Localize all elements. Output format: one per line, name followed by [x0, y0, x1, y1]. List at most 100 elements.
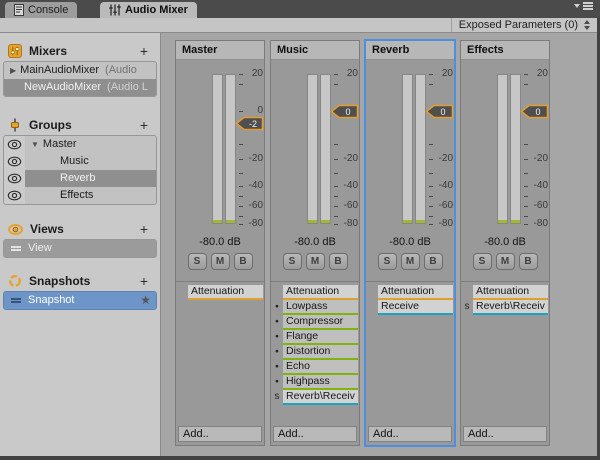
group-item-reverb[interactable]: Reverb: [4, 170, 156, 187]
effect-label: Attenuation: [378, 285, 453, 298]
db-scale-label: -60: [343, 200, 358, 211]
effect-slot[interactable]: Echo: [283, 360, 358, 375]
view-item[interactable]: View: [4, 240, 156, 257]
effect-prefix: [176, 285, 188, 300]
meter-level-fill: [403, 220, 412, 223]
db-scale-label: -40: [248, 180, 263, 191]
mute-button[interactable]: M: [400, 253, 420, 270]
send-prefix: s: [274, 391, 280, 402]
effect-label: Echo: [283, 360, 358, 373]
groups-section-title: Groups: [29, 118, 72, 132]
effect-slot[interactable]: Receive: [378, 300, 453, 315]
eye-icon: [7, 139, 22, 150]
group-item-music[interactable]: Music: [4, 153, 156, 170]
effect-label: Distortion: [283, 345, 358, 358]
snapshots-section-header: Snapshots +: [8, 273, 152, 289]
add-group-button[interactable]: +: [136, 118, 152, 132]
add-snapshot-button[interactable]: +: [136, 274, 152, 288]
effect-slot[interactable]: Lowpass: [283, 300, 358, 315]
effect-slot[interactable]: Distortion: [283, 345, 358, 360]
add-effect-button[interactable]: Add..: [463, 426, 547, 442]
level-meter-right: [415, 74, 426, 224]
volume-fader-handle[interactable]: -2: [235, 116, 264, 131]
strip-header[interactable]: Music: [271, 41, 359, 60]
bypass-button[interactable]: B: [423, 253, 443, 270]
visibility-toggle[interactable]: [4, 153, 25, 170]
exposed-parameters-dropdown[interactable]: Exposed Parameters (0): [450, 18, 597, 32]
visibility-toggle[interactable]: [4, 187, 25, 204]
add-view-button[interactable]: +: [136, 222, 152, 236]
visibility-toggle[interactable]: [4, 136, 25, 153]
add-mixer-button[interactable]: +: [136, 44, 152, 58]
strip-header[interactable]: Reverb: [366, 41, 454, 60]
strip-header[interactable]: Effects: [461, 41, 549, 60]
add-effect-button[interactable]: Add..: [178, 426, 262, 442]
foldout-right-icon[interactable]: ▶: [10, 62, 16, 79]
pane-menu-caret-icon: [574, 4, 580, 8]
effect-slot[interactable]: Attenuation: [378, 285, 453, 300]
wet-mix-bullet-icon[interactable]: ●: [271, 330, 283, 345]
wet-mix-bullet-icon[interactable]: ●: [271, 345, 283, 360]
mute-button[interactable]: M: [495, 253, 515, 270]
solo-button[interactable]: S: [187, 253, 207, 270]
effect-slot[interactable]: Attenuation: [473, 285, 548, 300]
wet-mix-bullet-icon[interactable]: ●: [271, 375, 283, 390]
mixer-item-newaudiomixer[interactable]: NewAudioMixer (Audio L: [4, 79, 156, 96]
bypass-button[interactable]: B: [233, 253, 253, 270]
wet-mix-bullet-icon[interactable]: ●: [271, 360, 283, 375]
channel-strip-reverb: Reverb 20 -20 -40 -60 -80 0 -80.0 dB S M…: [365, 40, 455, 446]
bypass-button[interactable]: B: [328, 253, 348, 270]
snapshots-list: Snapshot ★: [3, 291, 157, 310]
visibility-toggle[interactable]: [4, 170, 25, 187]
effect-slot[interactable]: Reverb\Receiv: [283, 390, 358, 405]
solo-button[interactable]: S: [472, 253, 492, 270]
db-scale-label: 20: [251, 68, 263, 79]
tab-bar: Console Audio Mixer: [0, 0, 600, 18]
effect-slot[interactable]: Reverb\Receiv: [473, 300, 548, 315]
meter-level-fill: [213, 220, 222, 223]
db-scale-label: -40: [343, 180, 358, 191]
star-icon[interactable]: ★: [140, 292, 151, 309]
mute-button[interactable]: M: [305, 253, 325, 270]
add-effect-button[interactable]: Add..: [368, 426, 452, 442]
db-scale-label: -80: [438, 218, 453, 229]
volume-fader-handle[interactable]: 0: [520, 104, 549, 119]
bypass-button[interactable]: B: [518, 253, 538, 270]
effect-slot[interactable]: Flange: [283, 330, 358, 345]
effect-slot-receive: Receive: [366, 300, 453, 315]
pane-menu-hamburger-icon: [583, 2, 593, 4]
volume-fader-handle[interactable]: 0: [425, 104, 454, 119]
level-meter-left: [402, 74, 413, 224]
effect-slot[interactable]: Attenuation: [188, 285, 263, 300]
group-item-effects[interactable]: Effects: [4, 187, 156, 204]
solo-button[interactable]: S: [377, 253, 397, 270]
drag-grip-icon[interactable]: [11, 298, 21, 300]
mixer-canvas: Master 20 0 -20 -40 -60 -80 -2 -80.0 dB …: [161, 33, 597, 456]
mixer-item-mainaudiomixer[interactable]: ▶ MainAudioMixer (Audio: [4, 62, 156, 79]
wet-mix-bullet-icon[interactable]: ●: [271, 315, 283, 330]
effect-slot[interactable]: Highpass: [283, 375, 358, 390]
group-item-master[interactable]: ▼ Master: [4, 136, 156, 153]
tab-audio-mixer[interactable]: Audio Mixer: [100, 2, 197, 18]
snapshot-item[interactable]: Snapshot ★: [4, 292, 156, 309]
volume-fader-handle[interactable]: 0: [330, 104, 359, 119]
tab-console[interactable]: Console: [5, 2, 78, 18]
db-scale-label: -60: [533, 200, 548, 211]
strip-header[interactable]: Master: [176, 41, 264, 60]
effect-slot[interactable]: Attenuation: [283, 285, 358, 300]
tab-audio-mixer-label: Audio Mixer: [125, 4, 188, 16]
channel-strip-effects: Effects 20 -20 -40 -60 -80 0 -80.0 dB S …: [460, 40, 550, 446]
db-scale-label: 20: [536, 68, 548, 79]
level-meter-right: [320, 74, 331, 224]
sidebar: Mixers + ▶ MainAudioMixer (Audio NewAudi…: [0, 33, 161, 456]
wet-mix-bullet-icon[interactable]: ●: [271, 300, 283, 315]
pane-menu-icon[interactable]: [574, 2, 593, 8]
db-readout: -80.0 dB: [199, 236, 241, 248]
effect-slot[interactable]: Compressor: [283, 315, 358, 330]
foldout-down-icon[interactable]: ▼: [31, 136, 39, 153]
drag-grip-icon[interactable]: [11, 246, 21, 248]
mute-button[interactable]: M: [210, 253, 230, 270]
solo-button[interactable]: S: [282, 253, 302, 270]
eye-icon: [7, 156, 22, 167]
add-effect-button[interactable]: Add..: [273, 426, 357, 442]
